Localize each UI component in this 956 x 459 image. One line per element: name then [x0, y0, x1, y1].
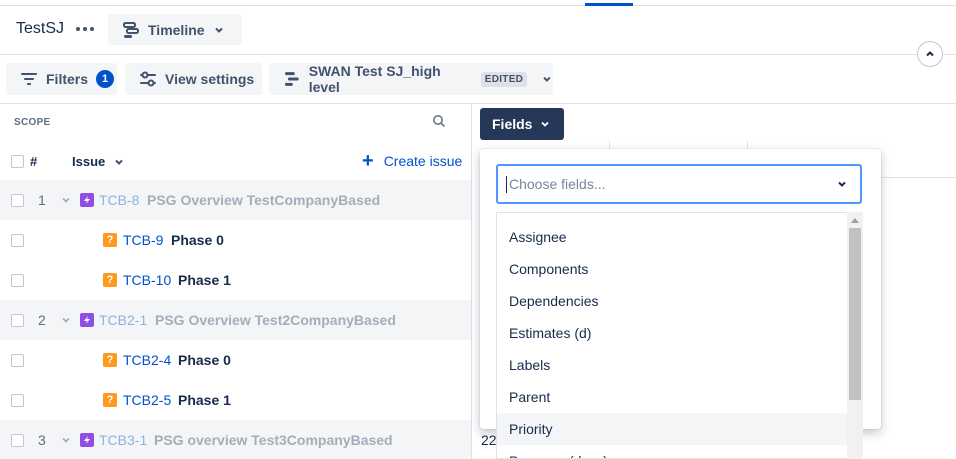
issue-column-header[interactable]: Issue: [72, 154, 125, 169]
scope-title: SCOPE: [14, 117, 51, 128]
filters-label: Filters: [46, 71, 89, 87]
issue-summary: Phase 0: [178, 352, 231, 368]
fields-options-list: Assignee Components Dependencies Estimat…: [496, 212, 863, 459]
table-row[interactable]: 3 TCB3-1 PSG overview Test3CompanyBased: [0, 420, 471, 459]
option-dependencies[interactable]: Dependencies: [497, 285, 849, 317]
scrollbar-thumb[interactable]: [849, 228, 861, 400]
chevron-down-icon: [541, 121, 550, 127]
view-settings-label: View settings: [165, 71, 255, 87]
create-issue-button[interactable]: + Create issue: [362, 150, 463, 172]
project-name: TestSJ: [16, 20, 65, 37]
issue-key[interactable]: TCB2-5: [123, 392, 171, 408]
row-number: 1: [38, 192, 46, 208]
issue-summary: Phase 0: [171, 232, 224, 248]
search-icon[interactable]: [432, 114, 446, 131]
row-checkbox[interactable]: [11, 354, 24, 367]
chevron-down-icon: [214, 27, 223, 33]
issue-key[interactable]: TCB-9: [123, 232, 163, 248]
timeline-label: Timeline: [148, 21, 205, 38]
issue-summary: PSG Overview TestCompanyBased: [147, 192, 381, 208]
option-parent[interactable]: Parent: [497, 381, 849, 413]
plus-icon: +: [362, 150, 374, 172]
plan-selector-button[interactable]: SWAN Test SJ_high level EDITED: [269, 63, 553, 95]
top-border: [0, 5, 956, 6]
issue-key[interactable]: TCB3-1: [99, 432, 147, 448]
option-estimates[interactable]: Estimates (d): [497, 317, 849, 349]
collapse-header-button[interactable]: [917, 41, 943, 67]
filter-icon: [21, 73, 37, 85]
more-actions-icon[interactable]: [74, 18, 96, 40]
issue-key[interactable]: TCB-10: [123, 272, 171, 288]
plan-icon: [284, 72, 299, 86]
issue-summary: Phase 1: [178, 272, 231, 288]
chevron-down-icon[interactable]: [836, 178, 848, 190]
table-row[interactable]: ? TCB-10 Phase 1: [0, 260, 471, 300]
choose-fields-placeholder: Choose fields...: [509, 176, 606, 192]
edited-badge: EDITED: [480, 71, 528, 87]
row-number: 3: [38, 432, 46, 448]
scroll-up-arrow-icon[interactable]: [849, 214, 861, 226]
option-priority[interactable]: Priority: [497, 413, 849, 445]
issue-header-label: Issue: [72, 154, 106, 169]
epic-icon: [80, 193, 94, 207]
epic-icon: [80, 313, 94, 327]
table-row[interactable]: 2 TCB2-1 PSG Overview Test2CompanyBased: [0, 300, 471, 340]
table-row[interactable]: ? TCB2-5 Phase 1: [0, 380, 471, 420]
expand-chevron-icon[interactable]: [61, 435, 71, 445]
active-tab-indicator: [585, 3, 633, 6]
row-checkbox[interactable]: [11, 274, 24, 287]
choose-fields-select[interactable]: Choose fields...: [496, 164, 862, 204]
table-row[interactable]: 1 TCB-8 PSG Overview TestCompanyBased: [0, 180, 471, 220]
row-checkbox[interactable]: [11, 434, 24, 447]
option-components[interactable]: Components: [497, 253, 849, 285]
plan-name: SWAN Test SJ_high level: [308, 63, 441, 95]
header-divider: [0, 54, 956, 55]
filters-count-badge: 1: [96, 70, 115, 88]
fields-label: Fields: [492, 116, 533, 132]
select-all-checkbox[interactable]: [11, 155, 24, 168]
issue-summary: PSG overview Test3CompanyBased: [154, 432, 393, 448]
column-divider: [471, 104, 472, 459]
rank-column-header: #: [30, 154, 38, 169]
expand-chevron-icon[interactable]: [61, 315, 71, 325]
expand-chevron-icon[interactable]: [61, 195, 71, 205]
field-value: 22: [481, 432, 497, 448]
chevron-down-icon: [115, 159, 123, 165]
option-assignee[interactable]: Assignee: [497, 221, 849, 253]
question-icon: ?: [103, 273, 117, 287]
toolbar-divider: [0, 103, 956, 104]
row-checkbox[interactable]: [11, 394, 24, 407]
issue-summary: PSG Overview Test2CompanyBased: [155, 312, 396, 328]
timeline-view-button[interactable]: Timeline: [108, 14, 242, 45]
row-checkbox[interactable]: [11, 314, 24, 327]
issue-key[interactable]: TCB-8: [99, 192, 139, 208]
issue-key[interactable]: TCB2-4: [123, 352, 171, 368]
sliders-icon: [140, 71, 156, 87]
question-icon: ?: [103, 353, 117, 367]
fields-button[interactable]: Fields: [480, 108, 564, 140]
row-number: 2: [38, 312, 46, 328]
epic-icon: [80, 433, 94, 447]
filters-button[interactable]: Filters 1: [6, 63, 117, 95]
question-icon: ?: [103, 393, 117, 407]
chevron-down-icon: [543, 76, 551, 82]
issue-key[interactable]: TCB2-1: [99, 312, 147, 328]
header-separator: [880, 177, 956, 178]
view-settings-button[interactable]: View settings: [125, 63, 262, 95]
text-cursor: [506, 175, 507, 193]
issue-summary: Phase 1: [178, 392, 231, 408]
option-labels[interactable]: Labels: [497, 349, 849, 381]
table-row[interactable]: ? TCB-9 Phase 0: [0, 220, 471, 260]
question-icon: ?: [103, 233, 117, 247]
chevron-up-icon: [926, 51, 934, 57]
row-checkbox[interactable]: [11, 194, 24, 207]
option-progress[interactable]: Progress (days): [497, 445, 849, 458]
timeline-icon: [123, 21, 139, 38]
create-issue-label: Create issue: [383, 153, 463, 169]
row-checkbox[interactable]: [11, 234, 24, 247]
table-row[interactable]: ? TCB2-4 Phase 0: [0, 340, 471, 380]
